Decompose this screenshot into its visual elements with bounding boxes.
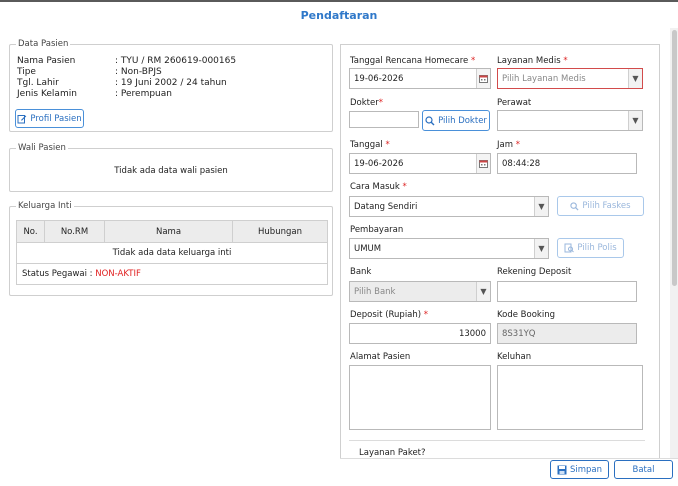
data-pasien-legend: Data Pasien — [18, 39, 69, 49]
profil-pasien-button[interactable]: Profil Pasien — [15, 109, 84, 128]
pembayaran-label: Pembayaran — [350, 225, 404, 235]
patient-info-label: Jenis Kelamin — [17, 89, 77, 99]
patient-info-label: Tgl. Lahir — [17, 78, 59, 88]
profil-pasien-label: Profil Pasien — [30, 113, 82, 124]
cara-masuk-label: Cara Masuk * — [350, 182, 407, 192]
jam-input[interactable]: 08:44:28 — [497, 153, 637, 174]
patient-info-value: : 19 Juni 2002 / 24 tahun — [115, 78, 227, 88]
simpan-label: Simpan — [569, 464, 603, 475]
calendar-icon[interactable] — [476, 69, 490, 88]
dokter-input[interactable] — [349, 111, 419, 128]
pilih-dokter-button[interactable]: Pilih Dokter — [422, 110, 490, 131]
jam-label: Jam * — [497, 140, 520, 150]
tanggal-rencana-input[interactable]: 19-06-2026 — [349, 68, 491, 89]
pilih-dokter-label: Pilih Dokter — [438, 115, 487, 126]
table-empty-row: Tidak ada data keluarga inti — [16, 242, 328, 264]
deposit-label: Deposit (Rupiah) * — [350, 310, 429, 320]
pilih-polis-button[interactable]: Pilih Polis — [557, 238, 624, 258]
layanan-medis-select[interactable]: Pilih Layanan Medis — [497, 68, 643, 89]
footer-divider — [340, 458, 678, 459]
wali-pasien-legend: Wali Pasien — [18, 143, 66, 153]
tanggal-input[interactable]: 19-06-2026 — [349, 153, 491, 174]
layanan-medis-label: Layanan Medis * — [497, 56, 568, 66]
column-header-nama: Nama — [104, 220, 233, 243]
patient-info-row: Jenis Kelamin : Perempuan — [9, 89, 329, 100]
kode-booking-input[interactable]: 8S31YQ — [497, 323, 637, 344]
keluhan-label: Keluhan — [497, 352, 532, 362]
window-top-border — [0, 0, 678, 2]
column-header-no: No. — [16, 220, 45, 243]
search-icon — [570, 201, 579, 211]
keluarga-inti-legend: Keluarga Inti — [18, 201, 72, 211]
scrollbar-thumb[interactable] — [672, 30, 677, 286]
column-header-hubungan: Hubungan — [232, 220, 328, 243]
patient-info-label: Nama Pasien — [17, 56, 76, 66]
patient-info-row: Tipe : Non-BPJS — [9, 67, 329, 78]
layanan-paket-section: Layanan Paket? — [349, 440, 645, 458]
rekening-deposit-input[interactable] — [497, 281, 637, 302]
patient-info-value: : TYU / RM 260619-000165 — [115, 56, 237, 66]
perawat-select[interactable] — [497, 110, 643, 131]
alamat-pasien-label: Alamat Pasien — [350, 352, 411, 362]
chevron-down-icon[interactable]: ▼ — [628, 69, 642, 88]
bank-select[interactable]: Pilih Bank — [349, 281, 491, 302]
batal-label: Batal — [632, 464, 655, 475]
perawat-label: Perawat — [497, 98, 532, 108]
dialog-title: Pendaftaran — [300, 9, 378, 22]
wali-pasien-empty: Tidak ada data wali pasien — [114, 166, 228, 176]
bank-label: Bank — [350, 267, 372, 277]
tanggal-label: Tanggal * — [350, 140, 390, 150]
layanan-paket-label: Layanan Paket? — [359, 448, 426, 458]
edit-icon — [17, 114, 27, 123]
cara-masuk-select[interactable]: Datang Sendiri — [349, 196, 549, 217]
deposit-input[interactable]: 13000 — [349, 323, 491, 344]
document-search-icon — [564, 243, 575, 253]
simpan-button[interactable]: Simpan — [550, 460, 609, 479]
chevron-down-icon[interactable]: ▼ — [534, 197, 548, 216]
status-pegawai-cell: Status Pegawai : NON-AKTIF — [16, 263, 328, 285]
pilih-faskes-button[interactable]: Pilih Faskes — [557, 196, 644, 216]
chevron-down-icon[interactable]: ▼ — [628, 111, 642, 130]
pembayaran-select[interactable]: UMUM — [349, 238, 549, 259]
search-icon — [425, 115, 435, 125]
dokter-label: Dokter* — [350, 98, 383, 108]
status-pegawai-label: Status Pegawai : — [22, 269, 93, 279]
status-pegawai-value: NON-AKTIF — [95, 269, 141, 279]
table-empty-text: Tidak ada data keluarga inti — [16, 242, 328, 264]
keluhan-textarea[interactable] — [497, 365, 643, 430]
chevron-down-icon[interactable]: ▼ — [476, 282, 490, 301]
patient-info-value: : Non-BPJS — [115, 67, 162, 77]
kode-booking-label: Kode Booking — [497, 310, 555, 320]
table-header-row: No. No.RM Nama Hubungan — [16, 220, 328, 243]
alamat-pasien-textarea[interactable] — [349, 365, 491, 430]
keluarga-inti-table: No. No.RM Nama Hubungan Tidak ada data k… — [16, 220, 328, 285]
pilih-polis-label: Pilih Polis — [577, 243, 617, 253]
chevron-down-icon[interactable]: ▼ — [534, 239, 548, 258]
patient-info-row: Nama Pasien : TYU / RM 260619-000165 — [9, 56, 329, 67]
status-pegawai-row: Status Pegawai : NON-AKTIF — [16, 263, 328, 285]
save-icon — [557, 465, 567, 474]
patient-info-value: : Perempuan — [115, 89, 172, 99]
patient-info-row: Tgl. Lahir : 19 Juni 2002 / 24 tahun — [9, 78, 329, 89]
column-header-norm: No.RM — [44, 220, 105, 243]
patient-info-label: Tipe — [17, 67, 36, 77]
calendar-icon[interactable] — [476, 154, 490, 173]
rekening-deposit-label: Rekening Deposit — [497, 267, 572, 277]
tanggal-rencana-label: Tanggal Rencana Homecare * — [350, 56, 476, 66]
pilih-faskes-label: Pilih Faskes — [582, 201, 631, 211]
batal-button[interactable]: Batal — [614, 460, 673, 479]
